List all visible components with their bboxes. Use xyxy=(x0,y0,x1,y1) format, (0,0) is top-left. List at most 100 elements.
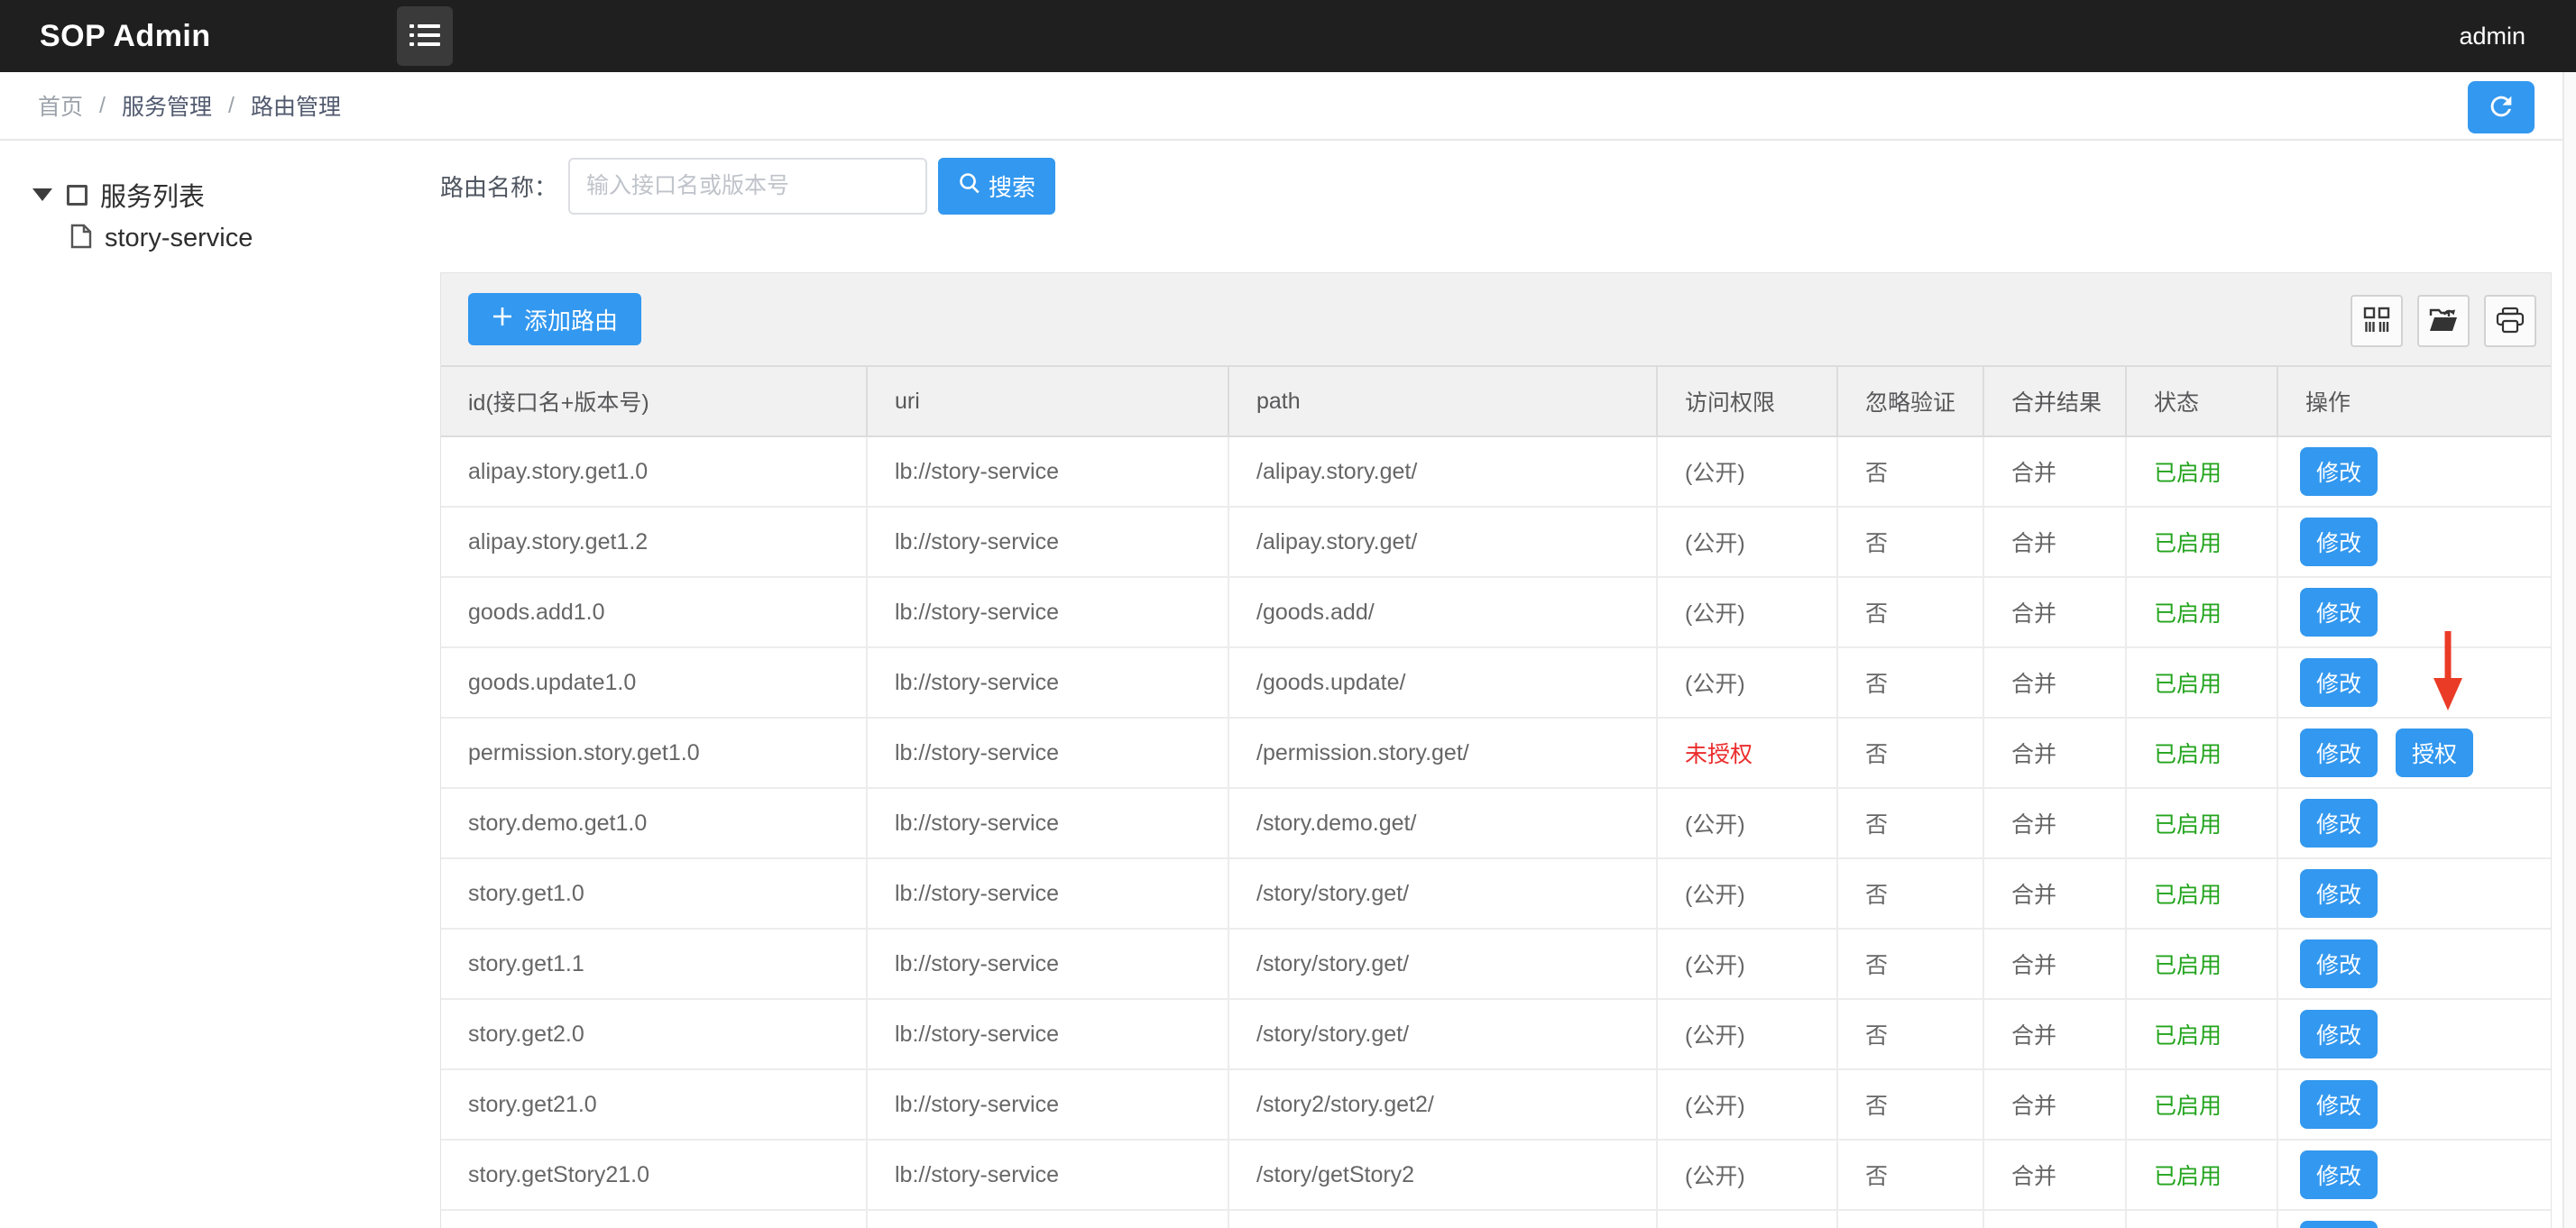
cell-id: story.getStory21.0 xyxy=(441,1140,867,1210)
cell-ignore-validate: 否 xyxy=(1837,1069,1983,1140)
modify-button[interactable]: 修改 xyxy=(2300,799,2378,848)
cell-path: /story2/story.get2/ xyxy=(1228,1069,1657,1140)
modify-button[interactable]: 修改 xyxy=(2300,518,2378,566)
cell-actions: 修改 xyxy=(2277,577,2552,647)
add-route-button[interactable]: 添加路由 xyxy=(468,293,641,345)
cell-merge-result: 合并 xyxy=(1983,858,2126,929)
refresh-icon xyxy=(2486,91,2516,124)
modify-button[interactable]: 修改 xyxy=(2300,1150,2378,1199)
cell-status: 已启用 xyxy=(2126,858,2277,929)
cell-id xyxy=(441,1210,867,1228)
cell-uri: lb://story-service xyxy=(867,788,1228,858)
cell-permission: 未授权 xyxy=(1657,718,1837,788)
cell-path: /goods.add/ xyxy=(1228,577,1657,647)
cell-id: story.get1.0 xyxy=(441,858,867,929)
cell-merge-result: 合并 xyxy=(1983,647,2126,718)
modify-button[interactable]: 修改 xyxy=(2300,1221,2378,1228)
cell-actions: 修改 xyxy=(2277,1069,2552,1140)
table-row: permission.story.get1.0lb://story-servic… xyxy=(441,718,2552,788)
cell-path: /goods.update/ xyxy=(1228,647,1657,718)
cell-uri: lb://story-service xyxy=(867,577,1228,647)
cell-path: /story/story.get/ xyxy=(1228,929,1657,999)
modify-button[interactable]: 修改 xyxy=(2300,658,2378,707)
cell-id: story.demo.get1.0 xyxy=(441,788,867,858)
cell-actions: 修改 xyxy=(2277,858,2552,929)
cell-uri: lb://story-service xyxy=(867,1069,1228,1140)
modify-button[interactable]: 修改 xyxy=(2300,729,2378,777)
table-tool-icons xyxy=(2351,295,2536,347)
table-row: alipay.story.get1.0lb://story-service/al… xyxy=(441,436,2552,507)
search-icon xyxy=(958,171,981,201)
tree-node-service-list[interactable]: 服务列表 xyxy=(0,173,440,216)
modify-button[interactable]: 修改 xyxy=(2300,588,2378,637)
table-row: story.get1.0lb://story-service/story/sto… xyxy=(441,858,2552,929)
cell-ignore-validate: 否 xyxy=(1837,788,1983,858)
modify-button[interactable]: 修改 xyxy=(2300,869,2378,918)
cell-id: story.get21.0 xyxy=(441,1069,867,1140)
cell-path: /story.demo.get/ xyxy=(1228,788,1657,858)
route-name-label: 路由名称： xyxy=(440,170,557,203)
file-icon xyxy=(70,224,92,253)
col-header-id: id(接口名+版本号) xyxy=(441,366,867,436)
col-header-ignore-validate: 忽略验证 xyxy=(1837,366,1983,436)
plus-icon xyxy=(492,306,513,334)
cell-status: 已启用 xyxy=(2126,999,2277,1069)
breadcrumb-item-route-mgmt[interactable]: 路由管理 xyxy=(251,89,341,122)
modify-button[interactable]: 修改 xyxy=(2300,1010,2378,1058)
table-row: story.get21.0lb://story-service/story2/s… xyxy=(441,1069,2552,1140)
table-body: alipay.story.get1.0lb://story-service/al… xyxy=(441,436,2552,1228)
route-name-input[interactable] xyxy=(568,158,927,215)
cell-uri: lb://story-service xyxy=(867,929,1228,999)
cell-id: story.get2.0 xyxy=(441,999,867,1069)
user-menu[interactable]: admin xyxy=(2459,0,2525,72)
search-button-label: 搜索 xyxy=(989,170,1035,203)
table-row: goods.add1.0lb://story-service/goods.add… xyxy=(441,577,2552,647)
cell-ignore-validate: 否 xyxy=(1837,858,1983,929)
cell-merge-result xyxy=(1983,1210,2126,1228)
col-header-uri: uri xyxy=(867,366,1228,436)
columns-toggle-button[interactable] xyxy=(2351,295,2403,347)
cell-id: goods.update1.0 xyxy=(441,647,867,718)
caret-down-icon[interactable] xyxy=(32,188,52,201)
authorize-button[interactable]: 授权 xyxy=(2396,729,2473,777)
cell-actions: 修改 xyxy=(2277,647,2552,718)
cell-ignore-validate: 否 xyxy=(1837,718,1983,788)
breadcrumb-item-home[interactable]: 首页 xyxy=(38,89,83,122)
cell-merge-result: 合并 xyxy=(1983,577,2126,647)
cell-merge-result: 合并 xyxy=(1983,1140,2126,1210)
tree-node-story-service[interactable]: story-service xyxy=(0,216,440,260)
refresh-button[interactable] xyxy=(2468,81,2535,133)
cell-uri xyxy=(867,1210,1228,1228)
cell-status: 已启用 xyxy=(2126,577,2277,647)
cell-permission xyxy=(1657,1210,1837,1228)
cell-status xyxy=(2126,1210,2277,1228)
modify-button[interactable]: 修改 xyxy=(2300,939,2378,988)
page-scrollbar[interactable] xyxy=(2562,72,2576,1228)
cell-permission: (公开) xyxy=(1657,507,1837,577)
modify-button[interactable]: 修改 xyxy=(2300,447,2378,496)
cell-id: alipay.story.get1.0 xyxy=(441,436,867,507)
cell-uri: lb://story-service xyxy=(867,718,1228,788)
sidebar-toggle-button[interactable] xyxy=(397,6,453,66)
cell-actions: 修改授权 xyxy=(2277,718,2552,788)
cell-path: /story/story.get/ xyxy=(1228,858,1657,929)
cell-path: /story/getStory2 xyxy=(1228,1140,1657,1210)
search-button[interactable]: 搜索 xyxy=(938,158,1055,215)
table-toolbar: 添加路由 xyxy=(441,273,2551,365)
print-button[interactable] xyxy=(2484,295,2536,347)
cell-ignore-validate xyxy=(1837,1210,1983,1228)
export-button[interactable] xyxy=(2417,295,2470,347)
cell-uri: lb://story-service xyxy=(867,999,1228,1069)
hamburger-list-icon xyxy=(409,21,441,52)
table-row: story.demo.get1.0lb://story-service/stor… xyxy=(441,788,2552,858)
modify-button[interactable]: 修改 xyxy=(2300,1080,2378,1129)
col-header-merge-result: 合并结果 xyxy=(1983,366,2126,436)
breadcrumb-item-service-mgmt[interactable]: 服务管理 xyxy=(122,89,212,122)
cell-id: alipay.story.get1.2 xyxy=(441,507,867,577)
cell-path: /permission.story.get/ xyxy=(1228,718,1657,788)
annotation-arrow xyxy=(2432,631,2464,717)
breadcrumb-bar: 首页 / 服务管理 / 路由管理 xyxy=(0,72,2576,141)
cell-path: /alipay.story.get/ xyxy=(1228,507,1657,577)
cell-merge-result: 合并 xyxy=(1983,1069,2126,1140)
cell-permission: (公开) xyxy=(1657,929,1837,999)
